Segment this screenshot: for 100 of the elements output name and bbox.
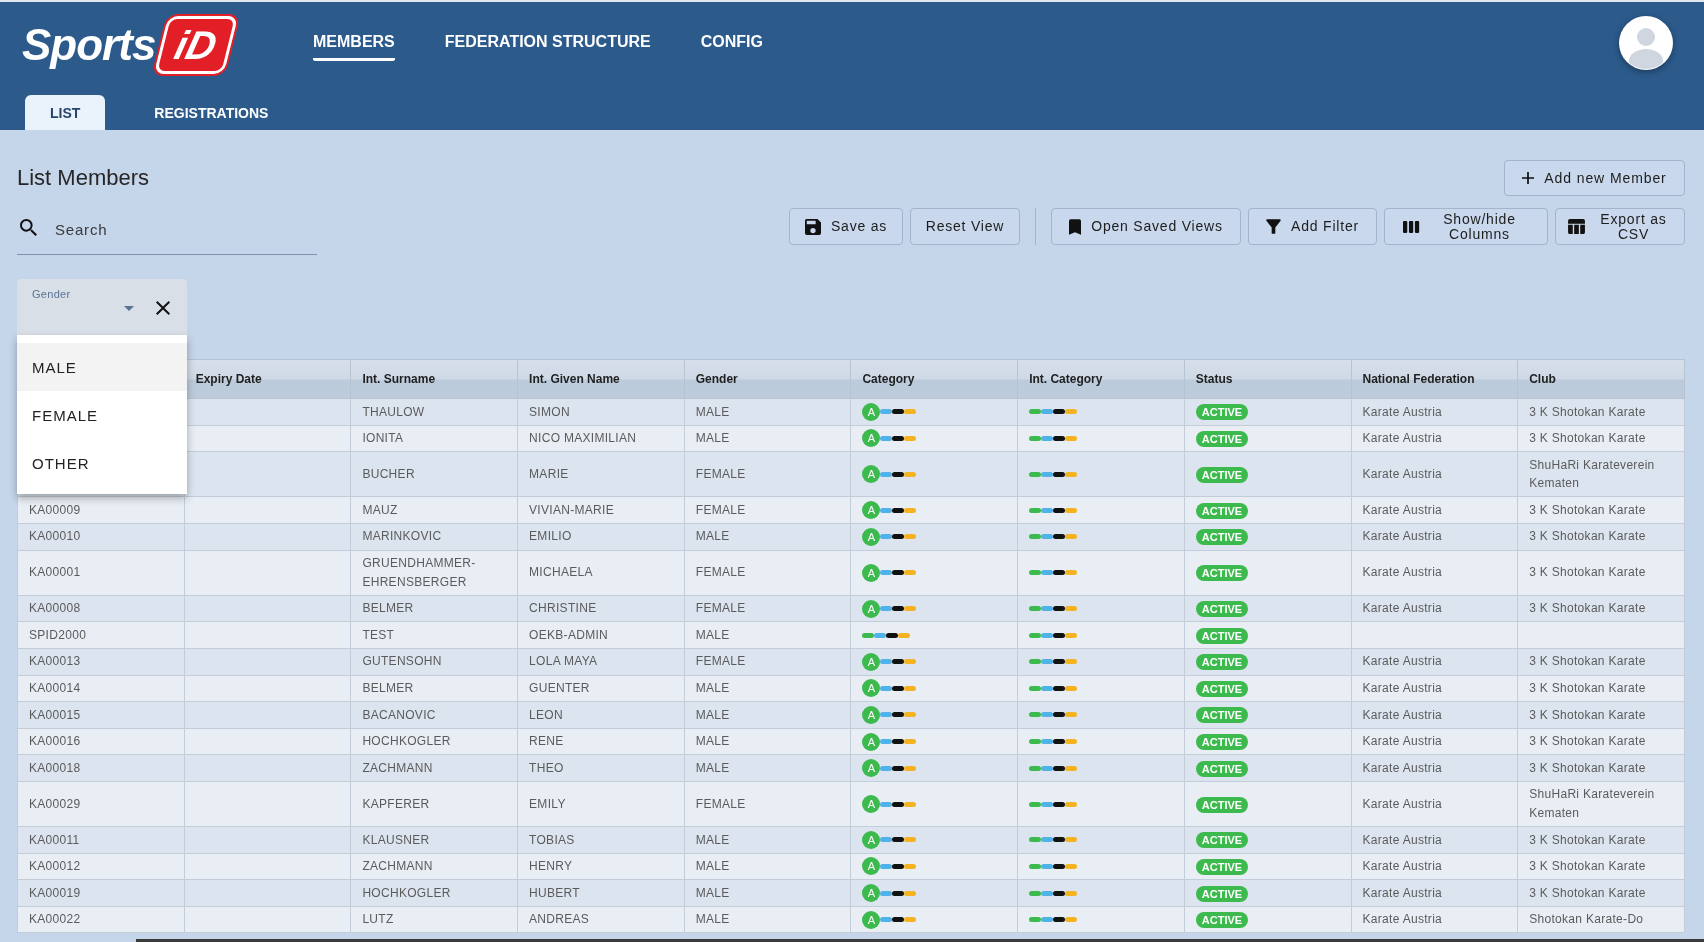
avatar-icon[interactable]	[1619, 16, 1673, 70]
table-cell: HOCHKOGLER	[350, 728, 518, 755]
category-badge: A	[862, 795, 881, 813]
stripe-bar-icon	[1029, 606, 1078, 612]
export-csv-button[interactable]: Export as CSV	[1555, 208, 1685, 245]
stripe-bar-icon	[1029, 890, 1078, 896]
table-cell: 3 K Shotokan Karate	[1517, 701, 1685, 729]
stripe-bar-icon	[1029, 837, 1078, 843]
stripe-bar-icon	[880, 739, 917, 744]
table-cell: MALE	[684, 879, 851, 907]
status-badge: ACTIVE	[1195, 707, 1249, 724]
nav-link[interactable]: CONFIG	[700, 33, 763, 61]
table-cell: FEMALE	[684, 496, 851, 524]
logo-wordmark: Sports	[22, 20, 156, 70]
table-cell: SPID2000	[17, 621, 185, 649]
table-cell: KA00018	[17, 754, 185, 782]
table-cell: Karate Austria	[1351, 728, 1518, 755]
stripe-bar-icon	[1029, 632, 1078, 638]
table-cell: 3 K Shotokan Karate	[1517, 754, 1685, 782]
category-badge: A	[862, 857, 881, 876]
table-cell: MALE	[684, 754, 851, 782]
category-badge: A	[862, 465, 881, 484]
dropdown-option[interactable]: OTHER	[17, 439, 187, 487]
table-cell: 3 K Shotokan Karate	[1517, 675, 1685, 702]
category-badge: A	[862, 563, 881, 582]
stripe-bar-icon	[880, 570, 917, 576]
column-header: Expiry Date	[184, 359, 351, 399]
table-cell: 3 K Shotokan Karate	[1517, 595, 1685, 622]
stripe-bar-icon	[1029, 659, 1078, 665]
stripe-bar-icon	[880, 801, 917, 807]
save-as-button[interactable]: Save as	[789, 208, 903, 245]
table-cell: Karate Austria	[1351, 595, 1518, 622]
add-member-button[interactable]: Add new Member	[1504, 160, 1685, 196]
table-cell: FEMALE	[684, 451, 851, 497]
gender-select[interactable]: Gender	[17, 279, 187, 335]
add-filter-button[interactable]: Add Filter	[1248, 208, 1377, 245]
category-badge: A	[862, 679, 881, 698]
stripe-bar-icon	[880, 917, 917, 923]
reset-view-button[interactable]: Reset View	[910, 208, 1020, 245]
stripe-bar-icon	[1029, 685, 1078, 691]
table-cell: FEMALE	[684, 595, 851, 622]
column-header: Int. Given Name	[517, 359, 685, 399]
status-badge: ACTIVE	[1195, 565, 1249, 582]
table-cell: NICO MAXIMILIAN	[517, 425, 685, 452]
tab[interactable]: LIST	[25, 95, 106, 130]
table-cell: KA00014	[17, 675, 185, 702]
column-header: National Federation	[1351, 359, 1518, 399]
stripe-bar-icon	[862, 632, 911, 638]
table-cell: Karate Austria	[1351, 781, 1518, 827]
columns-icon	[1402, 220, 1420, 233]
status-badge: ACTIVE	[1195, 430, 1249, 447]
status-badge: ACTIVE	[1195, 796, 1249, 813]
table-cell: ZACHMANN	[350, 853, 518, 880]
table-cell: FEMALE	[684, 781, 851, 827]
table-cell: Karate Austria	[1351, 451, 1518, 497]
table-cell: ZACHMANN	[350, 754, 518, 782]
table-cell: Karate Austria	[1351, 701, 1518, 729]
table-cell: CHRISTINE	[517, 595, 685, 622]
status-badge: ACTIVE	[1195, 885, 1249, 902]
category-badge: A	[862, 759, 881, 778]
stripe-bar-icon	[880, 435, 917, 441]
table-cell: EMILIO	[517, 523, 685, 551]
dropdown-caret-icon[interactable]	[124, 305, 134, 311]
stripe-bar-icon	[1029, 801, 1078, 807]
stripe-bar-icon	[880, 659, 917, 665]
tab[interactable]: REGISTRATIONS	[129, 95, 294, 130]
table-cell: KA00022	[17, 906, 185, 933]
column-header: Club	[1517, 359, 1685, 399]
table-cell: LEON	[517, 701, 685, 729]
stripe-bar-icon	[880, 534, 917, 540]
table-cell: MAUZ	[350, 496, 518, 524]
nav-link[interactable]: FEDERATION STRUCTURE	[444, 33, 651, 61]
stripe-bar-icon	[880, 837, 917, 843]
table-cell: KA00008	[17, 595, 185, 622]
table-cell: KA00012	[17, 853, 185, 880]
table-cell: BUCHER	[350, 451, 518, 497]
status-badge: ACTIVE	[1195, 734, 1249, 751]
show-hide-columns-button[interactable]: Show/hide Columns	[1384, 208, 1548, 245]
status-badge: ACTIVE	[1195, 601, 1249, 618]
saved-views-button[interactable]: Open Saved Views	[1051, 208, 1241, 245]
table-cell: MICHAELA	[517, 550, 685, 596]
nav-link[interactable]: MEMBERS	[313, 33, 395, 61]
status-badge: ACTIVE	[1195, 654, 1249, 671]
close-icon[interactable]	[156, 301, 170, 315]
category-badge: A	[862, 705, 881, 724]
dropdown-option[interactable]: MALE	[17, 343, 187, 391]
category-badge: A	[862, 910, 881, 929]
table-cell: MALE	[684, 853, 851, 880]
dropdown-option[interactable]: FEMALE	[17, 391, 187, 439]
stripe-bar-icon	[880, 471, 917, 477]
stripe-bar-icon	[1029, 570, 1078, 576]
table-cell: KA00009	[17, 496, 185, 524]
status-badge: ACTIVE	[1195, 466, 1249, 483]
horizontal-scrollbar[interactable]	[136, 939, 1704, 942]
table-cell: LUTZ	[350, 906, 518, 933]
category-badge: A	[862, 501, 881, 520]
table-cell: FEMALE	[684, 550, 851, 596]
table-cell: MARINKOVIC	[350, 523, 518, 551]
table-cell: HENRY	[517, 853, 685, 880]
status-badge: ACTIVE	[1195, 404, 1249, 421]
